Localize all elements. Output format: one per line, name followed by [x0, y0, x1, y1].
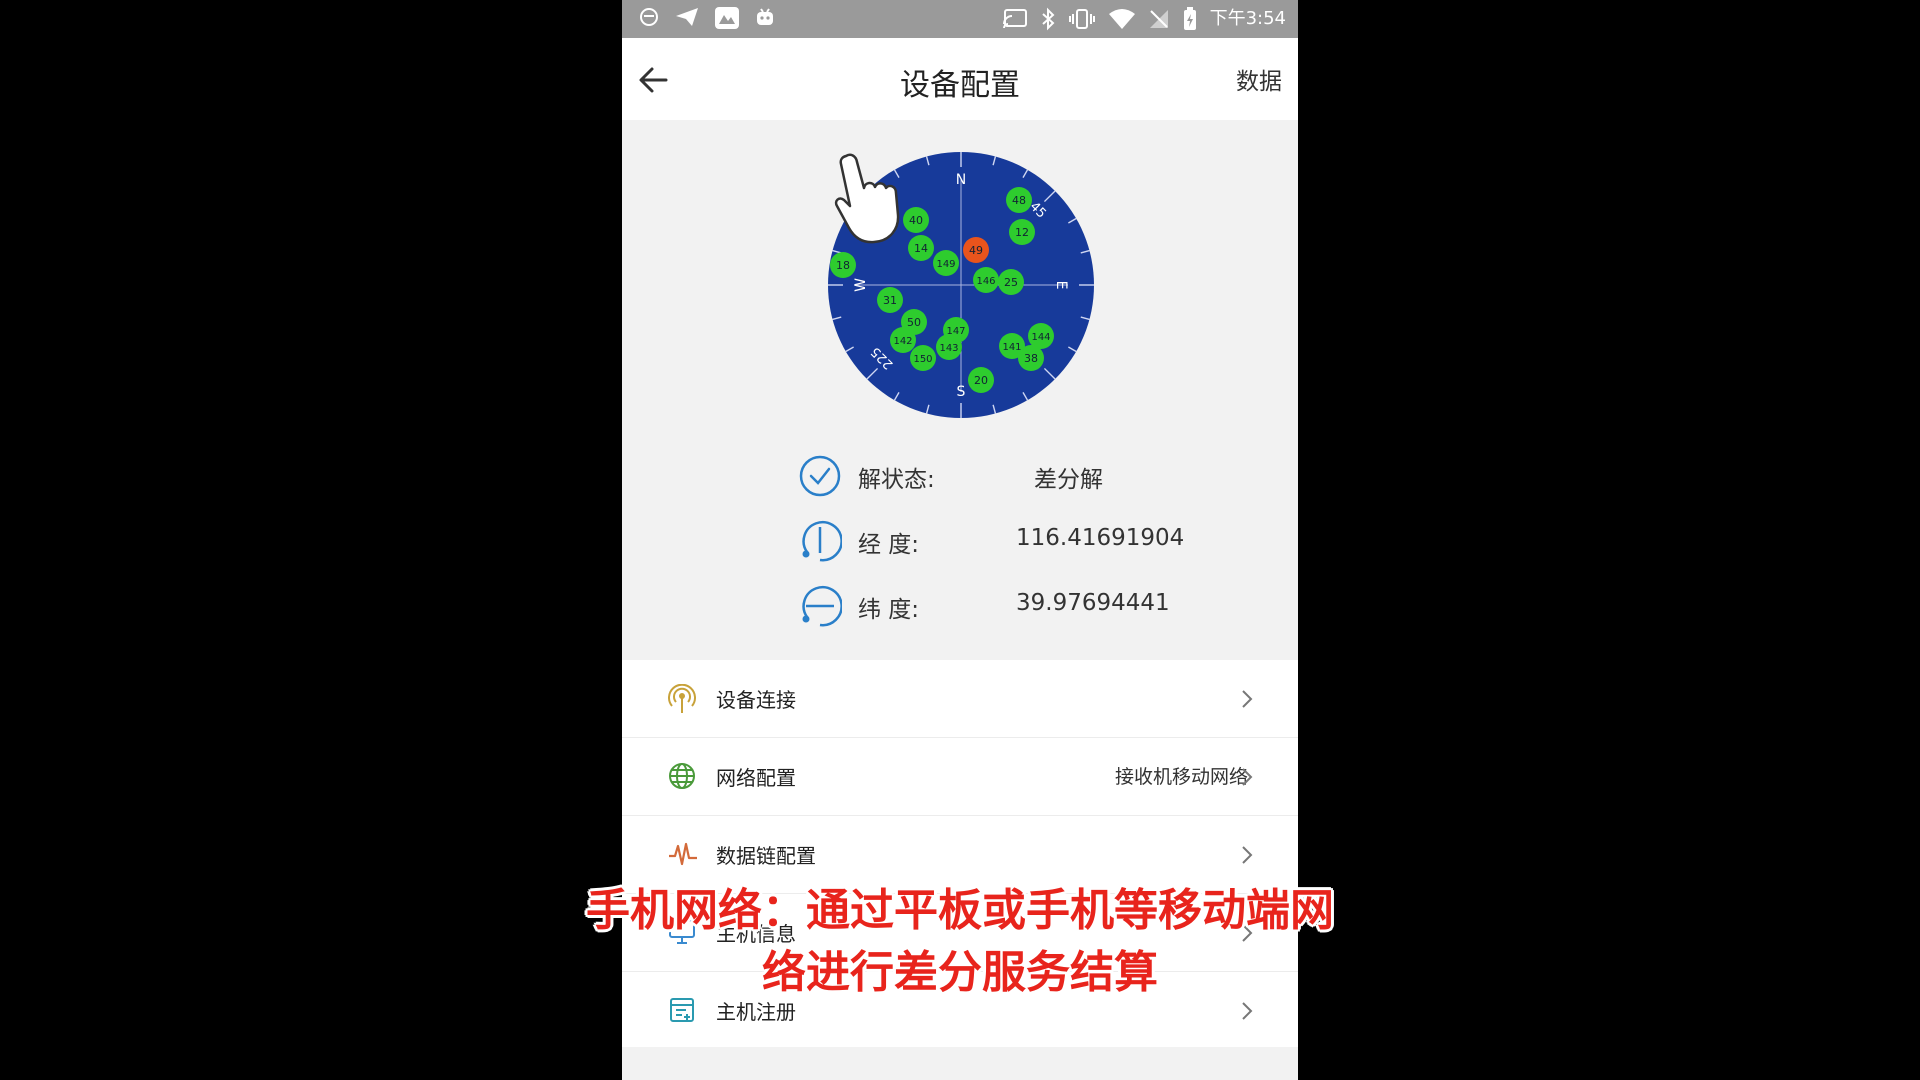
satellite-marker: 31 [877, 287, 903, 313]
satellite-marker: 49 [963, 237, 989, 263]
longitude-icon [802, 520, 842, 562]
satellite-id: 149 [936, 259, 955, 270]
satellite-marker: 20 [968, 367, 994, 393]
page-title: 设备配置 [900, 68, 1020, 103]
skyplot: N E S W 315 225 45 484012144914918146253… [622, 150, 1298, 420]
satellite-marker: 149 [933, 250, 959, 276]
compass-east: E [1053, 281, 1069, 290]
menu-item-device-connection[interactable]: 设备连接 [622, 660, 1298, 737]
back-arrow-icon [639, 67, 668, 93]
latitude-value: 39.97694441 [1016, 590, 1170, 616]
satellite-id: 12 [1015, 226, 1029, 239]
cast-icon [1002, 9, 1027, 29]
satellite-id: 48 [1012, 194, 1026, 207]
solution-status-value: 差分解 [1034, 467, 1103, 493]
status-bar: 下午3:54 [622, 0, 1298, 38]
menu-label: 设备连接 [716, 688, 796, 712]
satellite-marker: 143 [936, 334, 962, 360]
latitude-row: 纬 度: 39.97694441 [798, 584, 1218, 628]
satellite-marker: 38 [1018, 345, 1044, 371]
antenna-icon [668, 684, 696, 713]
satellite-id: 18 [836, 259, 850, 272]
satellite-marker: 25 [998, 269, 1024, 295]
satellite-id: 31 [883, 294, 897, 307]
bluetooth-icon [1041, 7, 1055, 31]
robot-icon [757, 8, 773, 25]
pointing-hand-icon [834, 153, 900, 244]
longitude-value: 116.41691904 [1016, 525, 1185, 551]
globe-icon [669, 763, 695, 789]
compass-south: S [957, 384, 966, 400]
gallery-icon [715, 7, 739, 29]
satellite-marker: 18 [830, 252, 856, 278]
satellite-id: 150 [913, 354, 932, 365]
vibrate-icon [1068, 9, 1095, 29]
satellite-marker: 40 [903, 207, 929, 233]
menu-label: 数据链配置 [716, 844, 816, 868]
caption-line-2: 络进行差分服务结算 [762, 947, 1158, 998]
menu-item-network-config[interactable]: 网络配置 接收机移动网络 [622, 738, 1298, 815]
video-caption: 手机网络：通过平板或手机等移动端网 络进行差分服务结算 [540, 880, 1380, 1004]
solution-status-label: 解状态: [858, 467, 935, 493]
satellite-id: 20 [974, 374, 988, 387]
latitude-label: 纬 度: [858, 597, 920, 623]
satellite-marker: 12 [1009, 219, 1035, 245]
back-button[interactable] [632, 58, 676, 102]
title-bar: 设备配置 数据 [622, 38, 1298, 120]
telegram-icon [676, 8, 698, 26]
satellite-marker: 48 [1006, 187, 1032, 213]
status-time: 下午3:54 [1209, 8, 1286, 29]
no-sim-icon [1149, 10, 1168, 28]
satellite-marker: 146 [973, 267, 999, 293]
satellite-marker: 150 [910, 345, 936, 371]
check-circle-icon [799, 455, 841, 497]
satellite-id: 49 [969, 244, 983, 257]
satellite-id: 25 [1004, 276, 1018, 289]
longitude-row: 经 度: 116.41691904 [798, 519, 1218, 563]
satellite-id: 146 [976, 276, 995, 287]
satellite-id: 38 [1024, 352, 1038, 365]
wifi-icon [1108, 9, 1135, 29]
longitude-label: 经 度: [858, 532, 920, 558]
app-notification-icon [640, 8, 658, 26]
chevron-right-icon [1242, 768, 1253, 786]
compass-west: W [853, 278, 869, 292]
satellite-id: 50 [907, 316, 921, 329]
chevron-right-icon [1242, 690, 1253, 708]
satellite-id: 144 [1031, 332, 1050, 343]
satellite-id: 142 [893, 336, 912, 347]
network-mode-value: 接收机移动网络 [1114, 766, 1248, 788]
data-button[interactable]: 数据 [1236, 62, 1282, 96]
waveform-icon [669, 842, 697, 866]
menu-label: 网络配置 [716, 766, 796, 790]
battery-icon [1183, 7, 1196, 30]
caption-line-1: 手机网络：通过平板或手机等移动端网 [586, 885, 1334, 936]
chevron-right-icon [1242, 846, 1253, 864]
satellite-id: 14 [914, 242, 928, 255]
satellite-marker: 142 [890, 327, 916, 353]
satellite-id: 40 [909, 214, 923, 227]
satellite-id: 141 [1002, 342, 1021, 353]
satellite-id: 143 [939, 343, 958, 354]
compass-north: N [956, 172, 966, 188]
latitude-icon [802, 585, 842, 627]
satellite-marker: 14 [908, 235, 934, 261]
solution-status-row: 解状态: 差分解 [798, 454, 1218, 498]
